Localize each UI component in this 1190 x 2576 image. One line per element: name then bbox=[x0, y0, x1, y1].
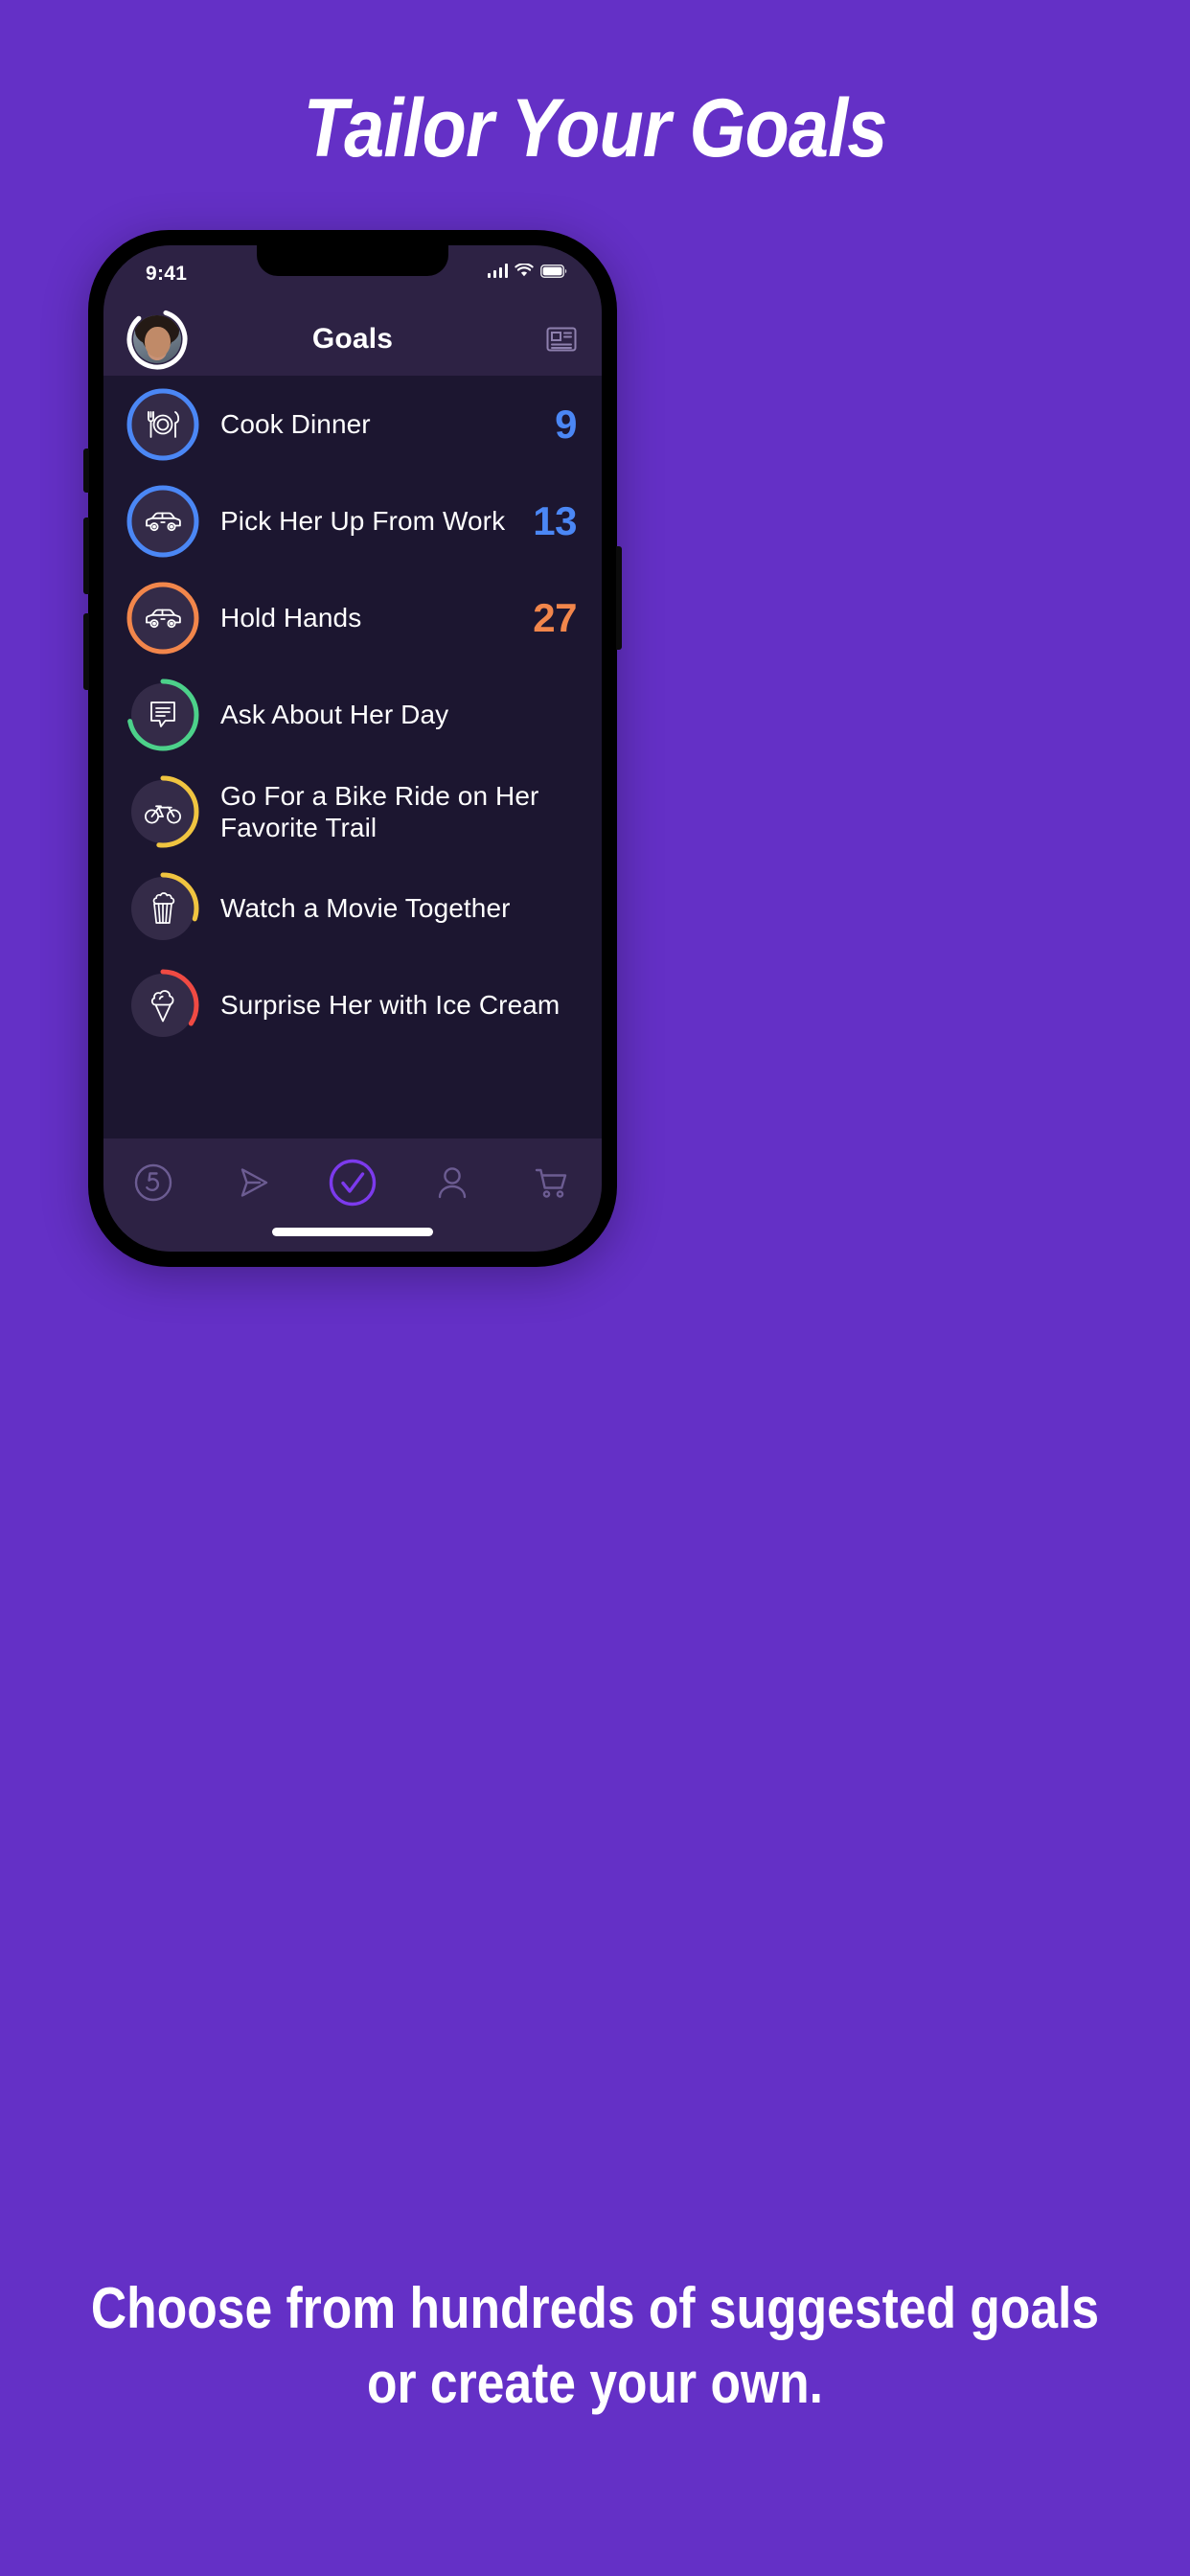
list-item[interactable]: Cook Dinner 9 bbox=[103, 376, 602, 472]
goals-list[interactable]: Cook Dinner 9 Pick Her Up From Work 13 H… bbox=[103, 376, 602, 1138]
car-icon bbox=[131, 586, 195, 650]
tab-five-circle[interactable] bbox=[103, 1152, 203, 1213]
ice-cream-icon bbox=[131, 974, 195, 1037]
tab-send[interactable] bbox=[203, 1152, 303, 1213]
wifi-icon bbox=[515, 264, 534, 277]
bicycle-icon bbox=[131, 780, 195, 843]
goal-title: Watch a Movie Together bbox=[220, 893, 511, 923]
goal-badge bbox=[126, 872, 199, 945]
cart-icon bbox=[535, 1168, 567, 1198]
article-icon[interactable] bbox=[544, 322, 579, 356]
send-icon bbox=[240, 1168, 268, 1197]
nav-bar: Goals bbox=[103, 303, 602, 376]
battery-icon bbox=[540, 264, 567, 278]
page-title: Tailor Your Goals bbox=[303, 82, 888, 174]
phone-power-button bbox=[616, 546, 622, 650]
status-bar: 9:41 bbox=[103, 245, 602, 303]
goal-title: Surprise Her with Ice Cream bbox=[220, 990, 561, 1020]
goal-title: Go For a Bike Ride on Her Favorite Trail bbox=[220, 780, 539, 842]
list-item[interactable]: Pick Her Up From Work 13 bbox=[103, 472, 602, 569]
goal-title: Cook Dinner bbox=[220, 409, 371, 439]
goal-badge bbox=[126, 775, 199, 848]
home-indicator bbox=[272, 1228, 433, 1236]
tab-goals[interactable] bbox=[303, 1152, 402, 1213]
list-item[interactable]: Go For a Bike Ride on Her Favorite Trail bbox=[103, 763, 602, 860]
goal-title: Hold Hands bbox=[220, 603, 362, 632]
goal-badge bbox=[126, 678, 199, 751]
phone-screen: 9:41 Goals Cook Dinner 9 Pick Her Up Fro… bbox=[103, 245, 602, 1252]
page-subtitle: Choose from hundreds of suggested goals … bbox=[90, 2276, 1100, 2415]
tab-shop[interactable] bbox=[502, 1152, 602, 1213]
goal-count: 13 bbox=[533, 497, 577, 543]
goal-title: Pick Her Up From Work bbox=[220, 506, 506, 536]
phone-volume-down bbox=[83, 613, 89, 690]
phone-mute-switch bbox=[83, 448, 89, 493]
check-circle-icon bbox=[329, 1159, 377, 1207]
goal-badge bbox=[126, 485, 199, 558]
list-item[interactable]: Surprise Her with Ice Cream bbox=[103, 956, 602, 1053]
five-circle-icon bbox=[134, 1163, 172, 1202]
status-bar-time: 9:41 bbox=[146, 263, 188, 285]
cellular-bars-icon bbox=[487, 264, 508, 278]
avatar-progress-ring bbox=[126, 309, 188, 370]
phone-mockup: 9:41 Goals Cook Dinner 9 Pick Her Up Fro… bbox=[83, 230, 622, 1267]
tab-profile[interactable] bbox=[402, 1152, 502, 1213]
avatar[interactable] bbox=[126, 309, 188, 370]
list-item[interactable]: Ask About Her Day bbox=[103, 666, 602, 763]
goal-badge bbox=[126, 388, 199, 461]
goal-count: 9 bbox=[555, 401, 577, 447]
chat-bubble-icon bbox=[131, 683, 195, 747]
goal-badge bbox=[126, 582, 199, 655]
cutlery-plate-icon bbox=[131, 393, 195, 456]
phone-volume-up bbox=[83, 518, 89, 594]
goal-count: 27 bbox=[533, 594, 577, 640]
goal-title: Ask About Her Day bbox=[220, 700, 449, 729]
tab-bar[interactable] bbox=[103, 1138, 602, 1252]
notch bbox=[257, 245, 448, 276]
person-icon bbox=[438, 1167, 467, 1199]
popcorn-icon bbox=[131, 877, 195, 940]
goal-badge bbox=[126, 969, 199, 1042]
list-item[interactable]: Hold Hands 27 bbox=[103, 569, 602, 666]
list-item[interactable]: Watch a Movie Together bbox=[103, 860, 602, 956]
car-icon bbox=[131, 490, 195, 553]
